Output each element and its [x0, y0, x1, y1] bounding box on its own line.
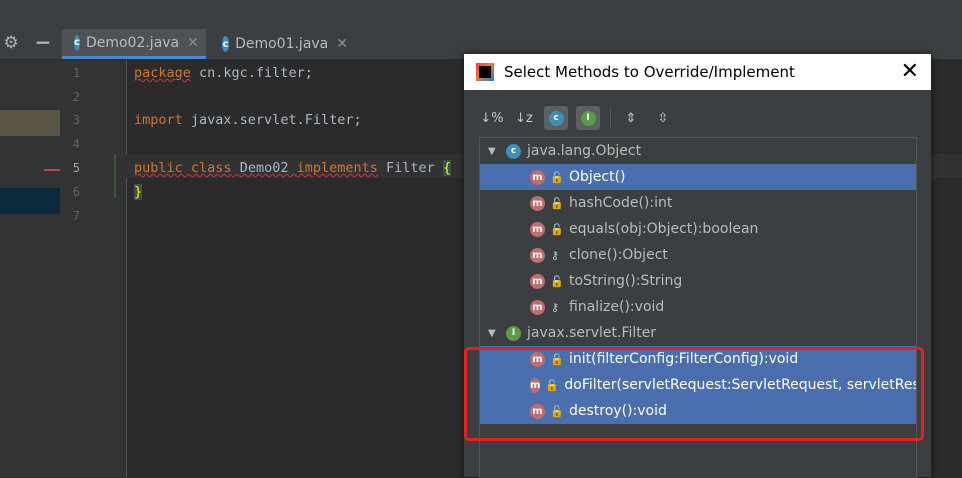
- show-classes-button[interactable]: c: [544, 106, 568, 130]
- code-line-3[interactable]: import javax.servlet.Filter;: [134, 112, 362, 128]
- intellij-logo-icon: [476, 63, 494, 81]
- code-line-1[interactable]: package cn.kgc.filter;: [134, 65, 313, 81]
- code-text: javax.servlet.Filter;: [182, 112, 362, 128]
- method-label: clone():Object: [569, 247, 668, 263]
- line-number: 6: [72, 185, 80, 199]
- dialog-title-bar[interactable]: Select Methods to Override/Implement ✕: [464, 54, 931, 90]
- project-row-selected[interactable]: [0, 188, 60, 214]
- method-icon: m: [530, 195, 545, 211]
- public-lock-icon: 🔓: [550, 274, 564, 288]
- methods-tree[interactable]: ▼ c java.lang.Object m 🔓 Object() m 🔓 ha…: [479, 137, 917, 478]
- method-label: destroy():void: [569, 403, 667, 419]
- line-number: 7: [72, 209, 80, 223]
- code-text: cn.kgc.filter;: [190, 65, 313, 81]
- override-methods-dialog: Select Methods to Override/Implement ✕ ↓…: [464, 54, 931, 478]
- line-number: 3: [72, 113, 80, 127]
- tree-row-method[interactable]: m 🔓 destroy():void: [480, 398, 916, 424]
- method-label: init(filterConfig:FilterConfig):void: [569, 351, 799, 367]
- code-line-6[interactable]: }: [134, 184, 143, 200]
- window-top-strip: [0, 0, 962, 29]
- show-interfaces-button[interactable]: I: [576, 106, 600, 130]
- line-number: 1: [72, 66, 80, 80]
- tab-label: Demo02.java: [85, 34, 180, 51]
- tab-demo02[interactable]: c Demo02.java ✕: [62, 29, 206, 59]
- tree-row-method[interactable]: m 🔓 init(filterConfig:FilterConfig):void: [480, 346, 916, 372]
- method-label: equals(obj:Object):boolean: [569, 221, 759, 237]
- class-icon: c: [74, 34, 80, 51]
- expand-all-icon[interactable]: ⇕: [619, 106, 643, 130]
- public-lock-icon: 🔓: [545, 378, 560, 392]
- method-label: doFilter(servletRequest:ServletRequest, …: [564, 377, 916, 393]
- class-name: Demo02: [239, 160, 289, 176]
- project-row-highlight: [0, 110, 60, 136]
- tree-row-method[interactable]: m 🔓 equals(obj:Object):boolean: [480, 216, 916, 242]
- method-icon: m: [530, 247, 545, 263]
- dialog-toolbar: ↓% ↓z c I ⇕ ⇳: [480, 106, 683, 130]
- public-lock-icon: 🔓: [550, 222, 564, 236]
- method-icon: m: [530, 169, 545, 185]
- interface-icon: I: [580, 110, 596, 126]
- line-number: 5: [72, 161, 80, 175]
- tree-row-method[interactable]: m ⚷ clone():Object: [480, 242, 916, 268]
- tree-group-object[interactable]: ▼ c java.lang.Object: [480, 138, 916, 164]
- class-icon: c: [222, 36, 230, 52]
- protected-key-icon: ⚷: [550, 300, 560, 314]
- gear-icon[interactable]: ⚙: [2, 34, 20, 52]
- line-number: 2: [72, 90, 80, 104]
- group-label: javax.servlet.Filter: [527, 325, 657, 341]
- method-icon: m: [530, 377, 541, 393]
- class-icon: c: [548, 110, 564, 126]
- method-label: Object(): [569, 169, 626, 185]
- tree-row-method[interactable]: m ⚷ finalize():void: [480, 294, 916, 320]
- class-icon: c: [506, 143, 521, 159]
- method-icon: m: [530, 351, 545, 367]
- open-brace: {: [442, 160, 452, 176]
- tree-row-method[interactable]: m 🔓 toString():String: [480, 268, 916, 294]
- method-icon: m: [530, 221, 545, 237]
- tab-label: Demo01.java: [235, 36, 329, 52]
- close-icon[interactable]: ✕: [187, 35, 199, 51]
- method-icon: m: [530, 273, 545, 289]
- interface-icon: I: [506, 325, 521, 341]
- expanded-arrow-icon[interactable]: ▼: [488, 146, 498, 157]
- change-marker: [114, 154, 116, 198]
- public-lock-icon: 🔓: [550, 196, 564, 210]
- error-marker: [44, 169, 60, 171]
- method-label: toString():String: [569, 273, 683, 289]
- keyword: public: [134, 160, 183, 176]
- tree-row-method[interactable]: m 🔓 hashCode():int: [480, 190, 916, 216]
- group-label: java.lang.Object: [527, 143, 642, 159]
- collapse-all-icon[interactable]: ⇳: [651, 106, 675, 130]
- tree-row-method[interactable]: m 🔓 doFilter(servletRequest:ServletReque…: [480, 372, 916, 398]
- method-icon: m: [530, 299, 545, 315]
- keyword: implements: [296, 160, 378, 176]
- public-lock-icon: 🔓: [550, 352, 564, 366]
- sort-alphabetically-icon[interactable]: ↓z: [512, 106, 536, 130]
- close-icon[interactable]: ✕: [901, 60, 919, 84]
- toolbar-separator: [610, 108, 611, 128]
- keyword: class: [190, 160, 232, 176]
- tree-group-filter[interactable]: ▼ I javax.servlet.Filter: [480, 320, 916, 346]
- sort-by-visibility-icon[interactable]: ↓%: [480, 106, 504, 130]
- line-number: 4: [72, 137, 80, 151]
- protected-key-icon: ⚷: [550, 248, 560, 262]
- code-text: Filter: [377, 160, 443, 176]
- keyword: package: [134, 65, 191, 81]
- method-icon: m: [530, 403, 545, 419]
- keyword: import: [134, 112, 183, 128]
- hide-panel-icon[interactable]: −: [34, 32, 52, 52]
- close-brace: }: [134, 184, 143, 200]
- method-label: hashCode():int: [569, 195, 673, 211]
- close-icon[interactable]: ✕: [336, 36, 348, 52]
- tree-row-method[interactable]: m 🔓 Object(): [480, 164, 916, 190]
- public-lock-icon: 🔓: [550, 170, 564, 184]
- dialog-title: Select Methods to Override/Implement: [504, 63, 795, 81]
- code-line-5[interactable]: public class Demo02 implements Filter {: [134, 160, 452, 176]
- tab-demo01[interactable]: c Demo01.java ✕: [210, 29, 356, 59]
- expanded-arrow-icon[interactable]: ▼: [488, 328, 498, 339]
- public-lock-icon: 🔓: [550, 404, 564, 418]
- method-label: finalize():void: [569, 299, 665, 315]
